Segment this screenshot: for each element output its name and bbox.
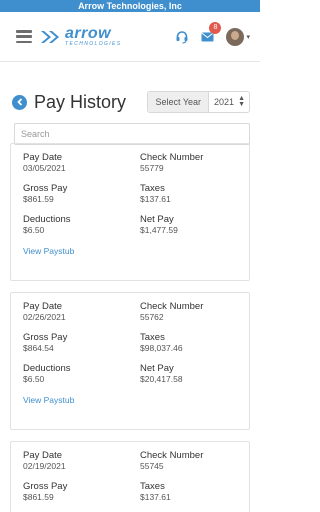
taxes-label: Taxes <box>140 481 165 492</box>
check-number-label: Check Number <box>140 301 204 312</box>
search-input[interactable] <box>14 123 250 145</box>
net-pay-label: Net Pay <box>140 214 174 225</box>
gross-pay-value: $864.54 <box>23 343 54 353</box>
paystub-card: Pay Date 02/19/2021 Check Number 55745 Gro… <box>10 441 250 512</box>
view-paystub-link[interactable]: View Paystub <box>23 246 237 256</box>
user-menu-button[interactable]: ▾ <box>226 27 250 46</box>
company-logo[interactable]: arrow TECHNOLOGIES <box>39 24 122 47</box>
pay-date-label: Pay Date <box>23 450 63 461</box>
chevron-left-icon <box>16 98 22 106</box>
logo-subtitle: TECHNOLOGIES <box>65 40 122 47</box>
back-button[interactable] <box>12 94 27 110</box>
gross-pay-value: $861.59 <box>23 492 54 502</box>
year-select-value: 2021 <box>214 97 235 107</box>
gross-pay-label: Gross Pay <box>23 183 68 194</box>
check-number-label: Check Number <box>140 450 204 461</box>
paystub-card: Pay Date 03/05/2021 Check Number 55779 Gro… <box>10 143 250 281</box>
year-select[interactable]: Select Year 2021 ▲ ▼ <box>147 91 250 113</box>
paystub-card: Pay Date 02/26/2021 Check Number 55762 Gro… <box>10 292 250 430</box>
taxes-label: Taxes <box>140 183 165 194</box>
logo-wordmark: arrow <box>65 24 112 42</box>
taxes-value: $137.61 <box>140 492 171 502</box>
net-pay-value: $1,477.59 <box>140 225 178 235</box>
check-number-value: 55745 <box>140 461 164 471</box>
pay-date-value: 02/19/2021 <box>23 461 66 471</box>
headset-icon <box>176 30 188 44</box>
deductions-value: $6.50 <box>23 374 45 384</box>
gross-pay-label: Gross Pay <box>23 332 68 343</box>
caret-down-icon: ▾ <box>246 33 250 41</box>
deductions-value: $6.50 <box>23 225 45 235</box>
support-headset-button[interactable] <box>175 30 189 44</box>
page-header: Pay History Select Year 2021 ▲ ▼ <box>0 90 260 114</box>
check-number-value: 55779 <box>140 163 164 173</box>
taxes-value: $137.61 <box>140 194 171 204</box>
top-navigation-bar: arrow TECHNOLOGIES 8 ▾ <box>0 12 260 62</box>
check-number-label: Check Number <box>140 152 204 163</box>
net-pay-value: $20,417.58 <box>140 374 183 384</box>
net-pay-label: Net Pay <box>140 363 174 374</box>
gross-pay-label: Gross Pay <box>23 481 68 492</box>
notification-count-badge: 8 <box>209 21 222 34</box>
arrow-logo-mark-icon <box>41 30 59 43</box>
deductions-label: Deductions <box>23 363 71 374</box>
check-number-value: 55762 <box>140 312 164 322</box>
taxes-label: Taxes <box>140 332 165 343</box>
avatar <box>226 27 245 46</box>
pay-date-label: Pay Date <box>23 301 63 312</box>
gross-pay-value: $861.59 <box>23 194 54 204</box>
company-name-bar: Arrow Technologies, Inc <box>0 0 260 12</box>
deductions-label: Deductions <box>23 214 71 225</box>
pay-date-value: 02/26/2021 <box>23 312 66 322</box>
pay-date-value: 03/05/2021 <box>23 163 66 173</box>
pay-date-label: Pay Date <box>23 152 63 163</box>
year-select-value-container[interactable]: 2021 ▲ ▼ <box>209 92 249 112</box>
view-paystub-link[interactable]: View Paystub <box>23 395 237 405</box>
updown-arrows-icon: ▲ ▼ <box>238 95 245 108</box>
taxes-value: $98,037.46 <box>140 343 183 353</box>
messages-button[interactable]: 8 <box>201 21 222 42</box>
page-title: Pay History <box>34 91 127 112</box>
year-select-label: Select Year <box>148 92 210 112</box>
hamburger-menu-icon[interactable] <box>16 30 32 43</box>
